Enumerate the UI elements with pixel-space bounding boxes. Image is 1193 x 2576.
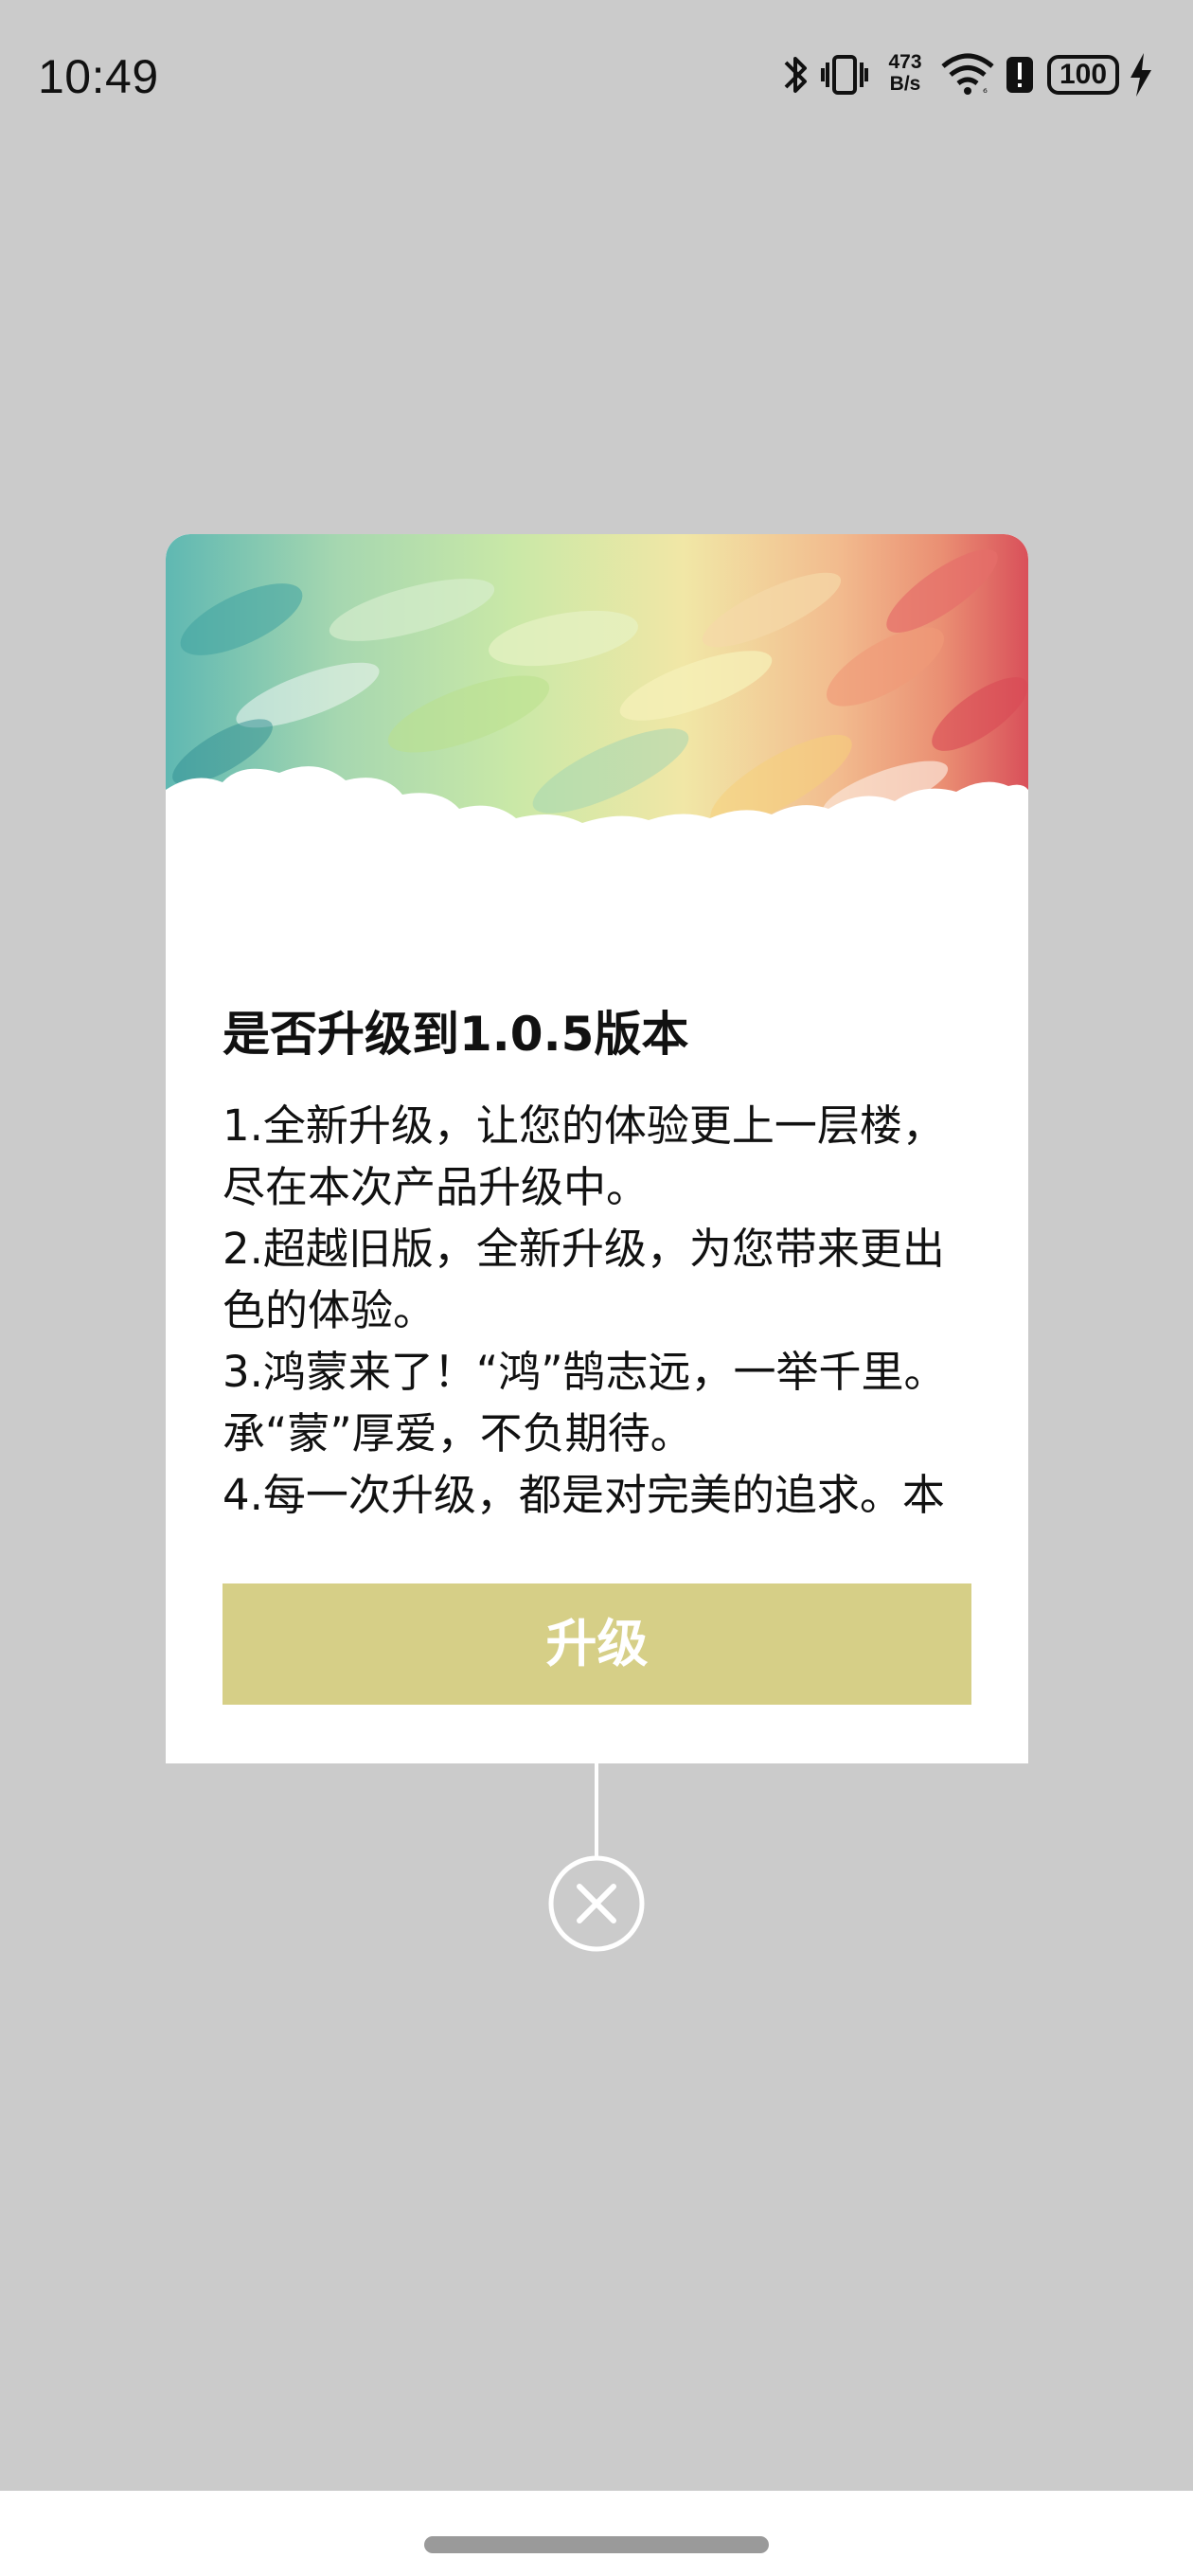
navigation-bar: [0, 2491, 1193, 2576]
watercolor-banner-image: [166, 534, 1028, 894]
network-speed: 473 B/s: [881, 51, 930, 95]
vibrate-icon: [821, 55, 868, 95]
upgrade-dialog: 是否升级到1.0.5版本 1.全新升级，让您的体验更上一层楼，尽在本次产品升级中…: [166, 534, 1028, 1763]
charging-icon: [1131, 53, 1151, 97]
release-note-3: 3.鸿蒙来了！“鸿”鹄志远，一举千里。承“蒙”厚爱，不负期待。: [223, 1347, 947, 1458]
wifi-icon: ⁶: [941, 53, 994, 99]
network-speed-unit: B/s: [889, 73, 921, 95]
svg-text:⁶: ⁶: [983, 86, 988, 99]
screen: 10:49 473 B/s ⁶ 100 是否升级到1.0.5版本 1.全新升级，…: [0, 0, 1193, 2576]
release-note-1: 1.全新升级，让您的体验更上一层楼，尽在本次产品升级中。: [223, 1100, 945, 1212]
status-time: 10:49: [38, 50, 159, 103]
release-note-2: 2.超越旧版，全新升级，为您带来更出色的体验。: [223, 1224, 945, 1335]
home-indicator[interactable]: [424, 2536, 769, 2553]
close-icon[interactable]: [547, 1854, 646, 1953]
release-notes[interactable]: 1.全新升级，让您的体验更上一层楼，尽在本次产品升级中。 2.超越旧版，全新升级…: [223, 1095, 970, 1530]
close-connector-line: [595, 1763, 598, 1856]
battery-level: 100: [1059, 59, 1108, 90]
battery-icon: 100: [1047, 55, 1119, 95]
upgrade-button[interactable]: 升级: [223, 1583, 971, 1705]
network-speed-value: 473: [888, 51, 922, 73]
release-note-4: 4.每一次升级，都是对完美的追求。本次全新升级，更是如此。: [223, 1470, 945, 1520]
bluetooth-icon: [784, 57, 807, 93]
alert-icon: [1006, 57, 1033, 93]
status-bar: 10:49 473 B/s ⁶ 100: [0, 0, 1193, 161]
dialog-title: 是否升级到1.0.5版本: [223, 1007, 689, 1062]
